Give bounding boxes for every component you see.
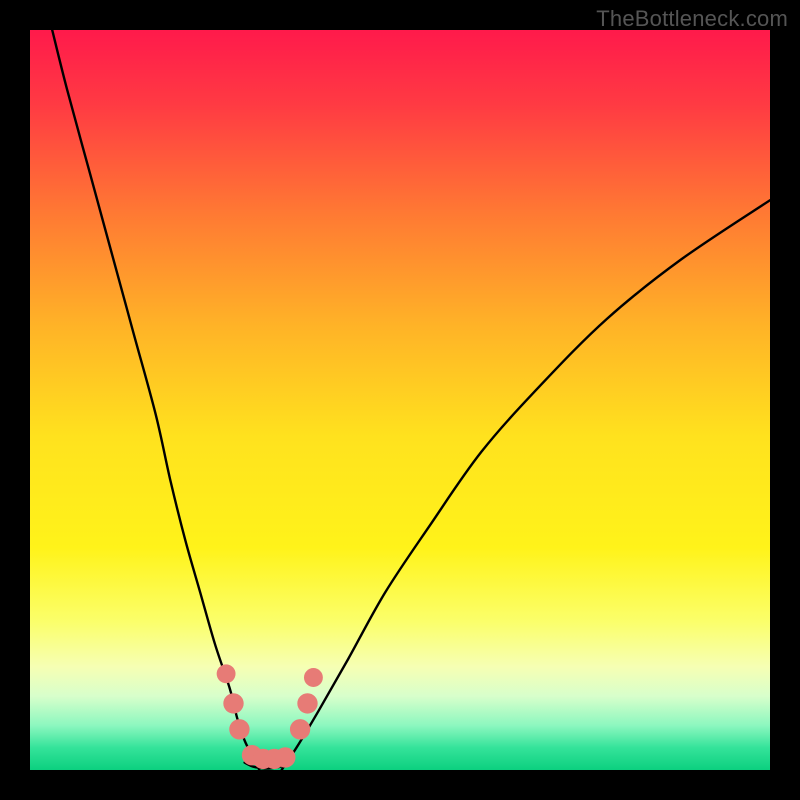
chart-frame: TheBottleneck.com [0,0,800,800]
data-marker [304,668,323,687]
watermark-text: TheBottleneck.com [596,6,788,32]
data-marker [217,664,236,683]
data-marker [229,719,249,739]
series-left-curve [52,30,259,770]
data-marker [223,693,243,713]
data-marker [290,719,310,739]
data-marker [297,693,317,713]
curves-layer [30,30,770,770]
plot-area [30,30,770,770]
data-marker [275,747,295,767]
series-right-curve [282,200,770,770]
